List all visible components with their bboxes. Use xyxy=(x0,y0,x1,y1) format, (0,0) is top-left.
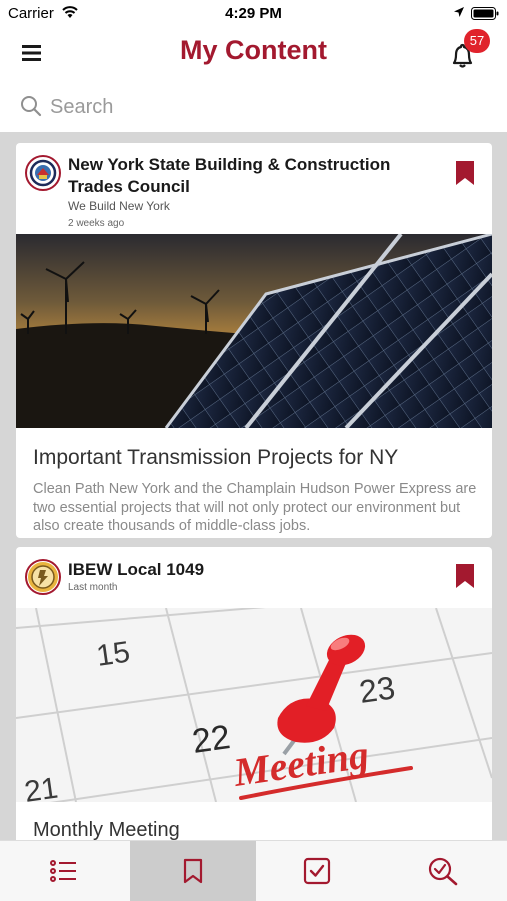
tab-bookmarks[interactable] xyxy=(130,841,256,901)
tab-tasks[interactable] xyxy=(254,841,380,901)
bottom-tab-bar xyxy=(0,840,507,901)
post-description: Clean Path New York and the Champlain Hu… xyxy=(33,481,477,534)
location-arrow-icon xyxy=(454,7,464,17)
calendar-date-22: 22 xyxy=(190,718,233,761)
org-logo-ibew xyxy=(25,559,61,595)
notification-count-badge: 57 xyxy=(464,29,490,53)
org-name[interactable]: IBEW Local 1049 xyxy=(68,559,408,581)
calendar-date-21: 21 xyxy=(22,772,60,802)
search-icon xyxy=(21,96,42,117)
content-card[interactable]: New York State Building & Construction T… xyxy=(16,143,492,538)
battery-icon xyxy=(471,7,499,20)
bookmark-outline-icon xyxy=(183,858,203,884)
tab-search[interactable] xyxy=(380,841,506,901)
checkbox-icon xyxy=(303,857,331,885)
post-image-calendar-meeting[interactable]: 15 22 23 21 Meeting xyxy=(16,608,492,802)
post-timestamp: 2 weeks ago xyxy=(68,218,125,229)
search-check-icon xyxy=(428,857,458,886)
calendar-date-23: 23 xyxy=(357,669,397,710)
org-logo-nysbctc xyxy=(25,155,61,191)
org-name[interactable]: New York State Building & Construction T… xyxy=(68,154,408,198)
header: My Content 57 xyxy=(0,28,507,81)
search-input[interactable] xyxy=(48,92,472,122)
tab-list[interactable] xyxy=(0,841,126,901)
status-bar: Carrier 4:29 PM xyxy=(0,0,507,28)
post-title[interactable]: Important Transmission Projects for NY xyxy=(33,446,398,470)
post-image-solar-wind[interactable] xyxy=(16,234,492,428)
content-card[interactable]: IBEW Local 1049 Last month 15 22 23 21 M… xyxy=(16,547,492,867)
clock: 4:29 PM xyxy=(225,5,282,22)
bookmark-icon[interactable] xyxy=(456,564,474,588)
bookmark-icon[interactable] xyxy=(456,161,474,185)
org-tagline: We Build New York xyxy=(68,199,170,213)
page-title: My Content xyxy=(180,35,327,65)
list-icon xyxy=(50,860,76,882)
calendar-date-15: 15 xyxy=(94,636,132,673)
search-bar xyxy=(0,80,507,132)
post-timestamp: Last month xyxy=(68,582,118,593)
post-title[interactable]: Monthly Meeting xyxy=(33,819,180,842)
